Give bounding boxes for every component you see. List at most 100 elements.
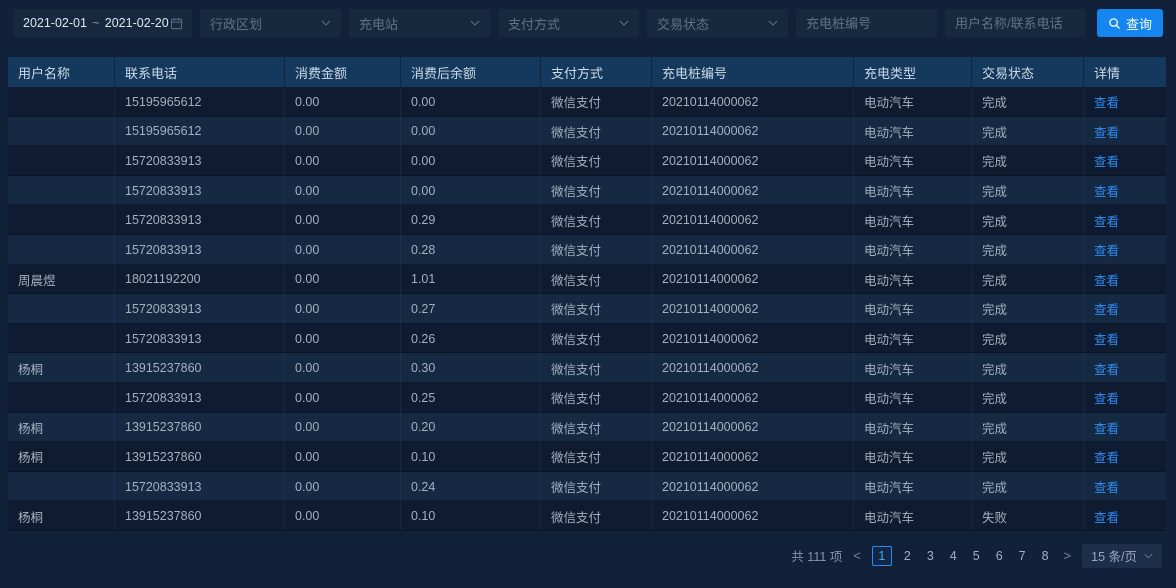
cell-balance: 1.01 [401, 265, 541, 295]
detail-link[interactable]: 查看 [1094, 92, 1119, 111]
search-button-label: 查询 [1126, 14, 1152, 33]
page-number-button[interactable]: 1 [872, 546, 892, 566]
cell-user-name [8, 205, 115, 235]
pile-number-input[interactable] [796, 9, 937, 37]
cell-amount: 0.00 [285, 146, 401, 176]
cell-status: 完成 [972, 413, 1084, 443]
detail-link[interactable]: 查看 [1094, 477, 1119, 496]
cell-phone: 13915237860 [115, 353, 285, 383]
table-row: 15720833913 0.00 0.27 微信支付 2021011400006… [8, 294, 1166, 324]
detail-link[interactable]: 查看 [1094, 359, 1119, 378]
cell-status: 完成 [972, 205, 1084, 235]
cell-amount: 0.00 [285, 442, 401, 472]
date-range-picker[interactable]: 2021-02-01 ~ 2021-02-20 [14, 9, 192, 37]
table-row: 15720833913 0.00 0.00 微信支付 2021011400006… [8, 146, 1166, 176]
table-row: 15195965612 0.00 0.00 微信支付 2021011400006… [8, 117, 1166, 147]
cell-pile-number: 20210114000062 [652, 146, 854, 176]
cell-user-name [8, 87, 115, 117]
cell-pile-number: 20210114000062 [652, 472, 854, 502]
table-row: 15195965612 0.00 0.00 微信支付 2021011400006… [8, 87, 1166, 117]
cell-balance: 0.00 [401, 176, 541, 206]
user-search-input[interactable] [945, 9, 1086, 37]
detail-link[interactable]: 查看 [1094, 418, 1119, 437]
next-page-button[interactable]: > [1061, 546, 1075, 566]
page-number-button[interactable]: 3 [923, 546, 938, 566]
chevron-down-icon [768, 20, 778, 26]
cell-payment: 微信支付 [541, 383, 652, 413]
page-number-button[interactable]: 6 [992, 546, 1007, 566]
cell-balance: 0.24 [401, 472, 541, 502]
cell-amount: 0.00 [285, 501, 401, 531]
cell-payment: 微信支付 [541, 205, 652, 235]
cell-pile-number: 20210114000062 [652, 87, 854, 117]
cell-phone: 13915237860 [115, 501, 285, 531]
prev-page-button[interactable]: < [850, 546, 864, 566]
chevron-down-icon [470, 20, 480, 26]
transactions-table: 用户名称 联系电话 消费金额 消费后余额 支付方式 充电桩编号 充电类型 交易状… [8, 57, 1166, 531]
cell-balance: 0.20 [401, 413, 541, 443]
status-select[interactable]: 交易状态 [647, 9, 788, 37]
detail-link[interactable]: 查看 [1094, 329, 1119, 348]
detail-link[interactable]: 查看 [1094, 151, 1119, 170]
detail-link[interactable]: 查看 [1094, 240, 1119, 259]
search-button[interactable]: 查询 [1097, 9, 1163, 37]
cell-payment: 微信支付 [541, 294, 652, 324]
cell-phone: 15720833913 [115, 324, 285, 354]
cell-charge-type: 电动汽车 [854, 176, 972, 206]
page-size-select[interactable]: 15 条/页 [1082, 544, 1162, 568]
station-select[interactable]: 充电站 [349, 9, 490, 37]
cell-phone: 15720833913 [115, 472, 285, 502]
cell-status: 完成 [972, 117, 1084, 147]
chevron-down-icon [321, 20, 331, 26]
page-number-button[interactable]: 2 [900, 546, 915, 566]
cell-payment: 微信支付 [541, 442, 652, 472]
page-number-button[interactable]: 4 [946, 546, 961, 566]
region-select-placeholder: 行政区划 [210, 14, 262, 33]
page-number-button[interactable]: 8 [1038, 546, 1053, 566]
cell-status: 完成 [972, 472, 1084, 502]
cell-charge-type: 电动汽车 [854, 235, 972, 265]
cell-status: 完成 [972, 87, 1084, 117]
cell-balance: 0.00 [401, 87, 541, 117]
region-select[interactable]: 行政区划 [200, 9, 341, 37]
page-number-button[interactable]: 7 [1015, 546, 1030, 566]
cell-charge-type: 电动汽车 [854, 205, 972, 235]
table-row: 周晨煜 18021192200 0.00 1.01 微信支付 202101140… [8, 265, 1166, 295]
page-size-label: 15 条/页 [1091, 546, 1137, 565]
cell-payment: 微信支付 [541, 146, 652, 176]
cell-amount: 0.00 [285, 324, 401, 354]
col-pile-number: 充电桩编号 [652, 57, 854, 87]
cell-amount: 0.00 [285, 205, 401, 235]
date-end[interactable]: 2021-02-20 [105, 16, 169, 30]
detail-link[interactable]: 查看 [1094, 388, 1119, 407]
cell-pile-number: 20210114000062 [652, 324, 854, 354]
cell-charge-type: 电动汽车 [854, 353, 972, 383]
calendar-icon[interactable] [170, 17, 183, 30]
cell-status: 失败 [972, 501, 1084, 531]
detail-link[interactable]: 查看 [1094, 447, 1119, 466]
cell-payment: 微信支付 [541, 413, 652, 443]
cell-balance: 0.00 [401, 146, 541, 176]
detail-link[interactable]: 查看 [1094, 299, 1119, 318]
detail-link[interactable]: 查看 [1094, 270, 1119, 289]
chevron-down-icon [1144, 553, 1153, 559]
cell-balance: 0.10 [401, 501, 541, 531]
cell-status: 完成 [972, 442, 1084, 472]
payment-select[interactable]: 支付方式 [498, 9, 639, 37]
cell-phone: 15720833913 [115, 176, 285, 206]
table-row: 杨桐 13915237860 0.00 0.10 微信支付 2021011400… [8, 501, 1166, 531]
table-row: 15720833913 0.00 0.26 微信支付 2021011400006… [8, 324, 1166, 354]
cell-amount: 0.00 [285, 265, 401, 295]
cell-charge-type: 电动汽车 [854, 442, 972, 472]
cell-amount: 0.00 [285, 176, 401, 206]
cell-balance: 0.10 [401, 442, 541, 472]
date-start[interactable]: 2021-02-01 [23, 16, 87, 30]
cell-status: 完成 [972, 146, 1084, 176]
cell-pile-number: 20210114000062 [652, 205, 854, 235]
cell-payment: 微信支付 [541, 176, 652, 206]
detail-link[interactable]: 查看 [1094, 507, 1119, 526]
detail-link[interactable]: 查看 [1094, 181, 1119, 200]
detail-link[interactable]: 查看 [1094, 211, 1119, 230]
page-number-button[interactable]: 5 [969, 546, 984, 566]
detail-link[interactable]: 查看 [1094, 122, 1119, 141]
